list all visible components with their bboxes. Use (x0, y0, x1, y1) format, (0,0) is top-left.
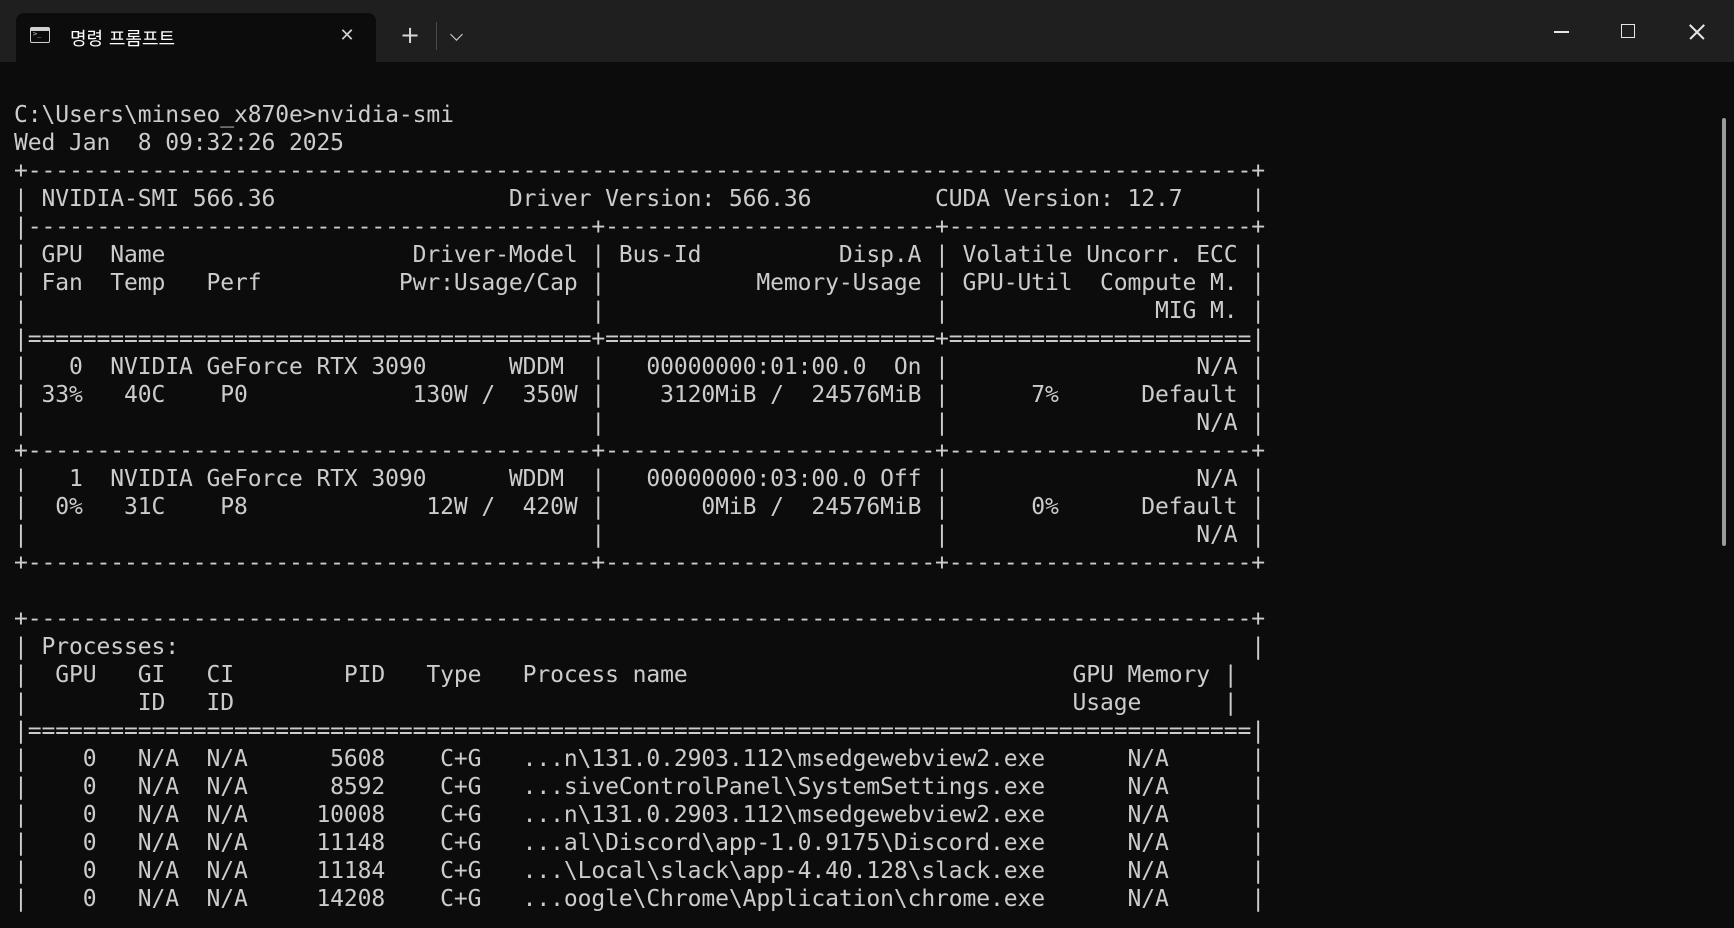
terminal-line: | 0 N/A N/A 5608 C+G ...n\131.0.2903.112… (14, 746, 1265, 772)
terminal-line: | Processes: | (14, 634, 1265, 660)
terminal-line: | 0% 31C P8 12W / 420W | 0MiB / 24576MiB… (14, 494, 1265, 520)
terminal-line: | ID ID Usage | (14, 690, 1238, 716)
chevron-down-icon[interactable] (440, 20, 474, 52)
minimize-button[interactable] (1528, 0, 1594, 62)
terminal-line: | 0 N/A N/A 14208 C+G ...oogle\Chrome\Ap… (14, 886, 1265, 912)
terminal-line: Wed Jan 8 09:32:26 2025 (14, 130, 344, 156)
terminal-line: | 0 N/A N/A 11184 C+G ...\Local\slack\ap… (14, 858, 1265, 884)
terminal-line: +---------------------------------------… (14, 606, 1265, 632)
maximize-button[interactable] (1596, 0, 1662, 62)
terminal-output[interactable]: C:\Users\minseo_x870e>nvidia-smi Wed Jan … (14, 101, 1265, 913)
close-window-button[interactable] (1664, 0, 1730, 62)
terminal-line: |=======================================… (14, 326, 1265, 352)
terminal-line: | 0 NVIDIA GeForce RTX 3090 WDDM | 00000… (14, 354, 1265, 380)
tab-command-prompt[interactable]: 명령 프롬프트 ✕ (16, 13, 376, 62)
terminal-line: | 0 N/A N/A 8592 C+G ...siveControlPanel… (14, 774, 1265, 800)
terminal-line: |=======================================… (14, 718, 1265, 744)
terminal-line: C:\Users\minseo_x870e>nvidia-smi (14, 102, 454, 128)
terminal-line: | Fan Temp Perf Pwr:Usage/Cap | Memory-U… (14, 270, 1265, 296)
terminal-line: +---------------------------------------… (14, 158, 1265, 184)
terminal-line: | GPU GI CI PID Type Process name GPU Me… (14, 662, 1238, 688)
tab-divider (436, 22, 437, 50)
terminal-line: | 0 N/A N/A 11148 C+G ...al\Discord\app-… (14, 830, 1265, 856)
terminal-line: | | | N/A | (14, 410, 1265, 436)
new-tab-button[interactable]: + (392, 20, 428, 52)
terminal-line: | NVIDIA-SMI 566.36 Driver Version: 566.… (14, 186, 1265, 212)
terminal-line: | | | MIG M. | (14, 298, 1265, 324)
vertical-scrollbar[interactable] (1722, 118, 1726, 546)
tab-title: 명령 프롬프트 (70, 29, 176, 50)
terminal-line: | 0 N/A N/A 10008 C+G ...n\131.0.2903.11… (14, 802, 1265, 828)
close-tab-icon[interactable]: ✕ (332, 21, 362, 51)
terminal-line: | GPU Name Driver-Model | Bus-Id Disp.A … (14, 242, 1265, 268)
terminal-line: | 1 NVIDIA GeForce RTX 3090 WDDM | 00000… (14, 466, 1265, 492)
terminal-line: +---------------------------------------… (14, 438, 1265, 464)
title-bar: 명령 프롬프트 ✕ + (0, 0, 1734, 62)
terminal-line: | 33% 40C P0 130W / 350W | 3120MiB / 245… (14, 382, 1265, 408)
terminal-window: 명령 프롬프트 ✕ + C:\Users\minseo_x870e>nvidia… (0, 0, 1734, 928)
terminal-line: |---------------------------------------… (14, 214, 1265, 240)
terminal-icon (30, 27, 50, 43)
terminal-line: +---------------------------------------… (14, 550, 1265, 576)
terminal-line: | | | N/A | (14, 522, 1265, 548)
